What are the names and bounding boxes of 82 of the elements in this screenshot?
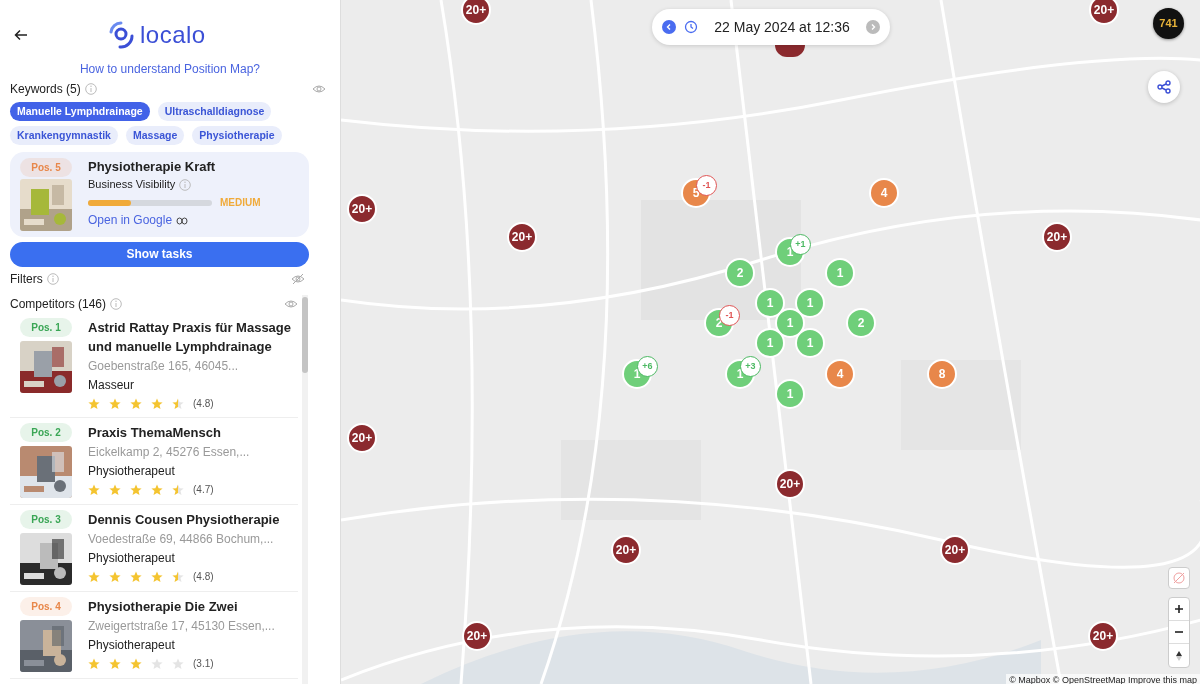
keyword-chip[interactable]: Massage xyxy=(125,126,185,145)
keyword-chip[interactable]: Krankengymnastik xyxy=(10,126,118,145)
star-icon xyxy=(172,570,184,583)
keyword-chip[interactable]: Manuelle Lymphdrainage xyxy=(10,102,150,121)
location-button[interactable] xyxy=(1168,567,1190,589)
help-link[interactable]: How to understand Position Map? xyxy=(79,62,261,76)
map-attribution: © Mapbox © OpenStreetMap Improve this map xyxy=(1006,673,1200,684)
star-icon xyxy=(88,657,100,670)
rating-value: (3.1) xyxy=(193,657,214,671)
logo-text: localo xyxy=(140,20,206,50)
share-icon xyxy=(1157,80,1171,94)
position-badge: Pos. 5 xyxy=(20,158,72,177)
competitor-item[interactable]: Pos. 2 Praxis ThemaMensch Eickelkamp 2, 45276 Essen,... Physiotherapeut (4.7) xyxy=(10,418,298,505)
competitor-category: Physiotherapeut xyxy=(88,637,176,654)
keyword-chip[interactable]: Physiotherapie xyxy=(192,126,282,145)
info-icon[interactable] xyxy=(46,273,59,285)
info-icon[interactable] xyxy=(110,298,123,310)
competitor-address: Voedestraße 69, 44866 Bochum,... xyxy=(88,531,275,548)
star-icon xyxy=(151,397,163,410)
position-badge: Pos. 1 xyxy=(20,318,72,337)
section-title: Filters xyxy=(10,271,43,288)
competitor-name: Physiotherapie Die Zwei xyxy=(88,598,239,616)
star-icon xyxy=(130,570,142,583)
previous-icon[interactable] xyxy=(662,20,676,34)
date-text: 22 May 2024 at 12:36 xyxy=(713,17,851,37)
info-icon[interactable] xyxy=(84,83,97,95)
star-icon xyxy=(109,570,121,583)
google-link[interactable]: Open in Google xyxy=(88,212,173,229)
star-icon xyxy=(88,483,100,496)
star-icon xyxy=(109,657,121,670)
visibility-label: Business Visibility xyxy=(88,177,176,192)
competitor-address: Zweigertstraße 17, 45130 Essen,... xyxy=(88,618,275,635)
position-badge: Pos. 3 xyxy=(20,510,72,529)
star-icon xyxy=(151,657,163,670)
show-tasks-button[interactable]: Show tasks xyxy=(10,242,309,267)
business-name: Physiotherapie Kraft xyxy=(88,158,217,175)
section-title: Competitors (146) xyxy=(10,296,107,313)
visibility-value: MEDIUM xyxy=(220,196,261,210)
star-icon xyxy=(130,483,142,496)
competitor-item[interactable]: Pos. 4 Physiotherapie Die Zwei Zweigertstraße 17, 45130 Essen,... Physiotherapeut (3.1) xyxy=(10,592,298,679)
competitor-item[interactable]: Pos. 1 Astrid Rattay Praxis für Massage und manuelle Lymphdrainage Goebenstraße 165, 46045... Masseur (4.8) xyxy=(10,313,298,418)
star-icon xyxy=(151,570,163,583)
next-icon[interactable] xyxy=(866,20,880,34)
compass-icon xyxy=(1173,649,1185,662)
scrollbar-thumb[interactable] xyxy=(302,297,308,373)
clock-icon[interactable] xyxy=(684,20,698,34)
back-icon[interactable] xyxy=(14,29,28,41)
competitor-name: Dennis Cousen Physiotherapie xyxy=(88,511,280,529)
star-icon xyxy=(130,397,142,410)
location-icon xyxy=(1172,571,1186,585)
competitor-name: Astrid Rattay Praxis für Massage und manuelle Lymphdrainage xyxy=(88,319,293,356)
star-icon xyxy=(151,483,163,496)
section-title: Keywords (5) xyxy=(10,81,81,98)
competitor-category: Physiotherapeut xyxy=(88,550,176,567)
star-icon xyxy=(109,483,121,496)
eye-icon[interactable] xyxy=(284,298,298,310)
star-icon xyxy=(130,657,142,670)
competitor-address: Eickelkamp 2, 45276 Essen,... xyxy=(88,444,250,461)
competitor-category: Physiotherapeut xyxy=(88,463,176,480)
hidden-icon[interactable] xyxy=(291,273,305,285)
keyword-chip[interactable]: Ultraschalldiagnose xyxy=(157,102,272,121)
rating-value: (4.8) xyxy=(193,397,214,411)
eye-icon[interactable] xyxy=(312,83,326,95)
link-icon xyxy=(176,216,189,225)
competitor-item[interactable]: Pos. 3 Dennis Cousen Physiotherapie Voedestraße 69, 44866 Bochum,... Physiotherapeut (4.8) xyxy=(10,505,298,592)
star-icon xyxy=(172,483,184,496)
competitor-name: Praxis ThemaMensch xyxy=(88,424,222,442)
star-icon xyxy=(109,397,121,410)
rating-value: (4.8) xyxy=(193,570,214,584)
zoom-in-icon xyxy=(1173,603,1185,615)
competitor-address: Goebenstraße 165, 46045... xyxy=(88,358,240,375)
star-icon xyxy=(88,397,100,410)
competitor-category: Masseur xyxy=(88,377,135,394)
rating-value: (4.7) xyxy=(193,483,214,497)
star-icon xyxy=(172,397,184,410)
star-icon xyxy=(88,570,100,583)
scrollbar[interactable] xyxy=(302,295,308,684)
map-marker[interactable] xyxy=(775,45,805,57)
position-badge: Pos. 4 xyxy=(20,597,72,616)
info-icon[interactable] xyxy=(179,178,192,191)
star-icon xyxy=(172,657,184,670)
position-badge: Pos. 2 xyxy=(20,423,72,442)
